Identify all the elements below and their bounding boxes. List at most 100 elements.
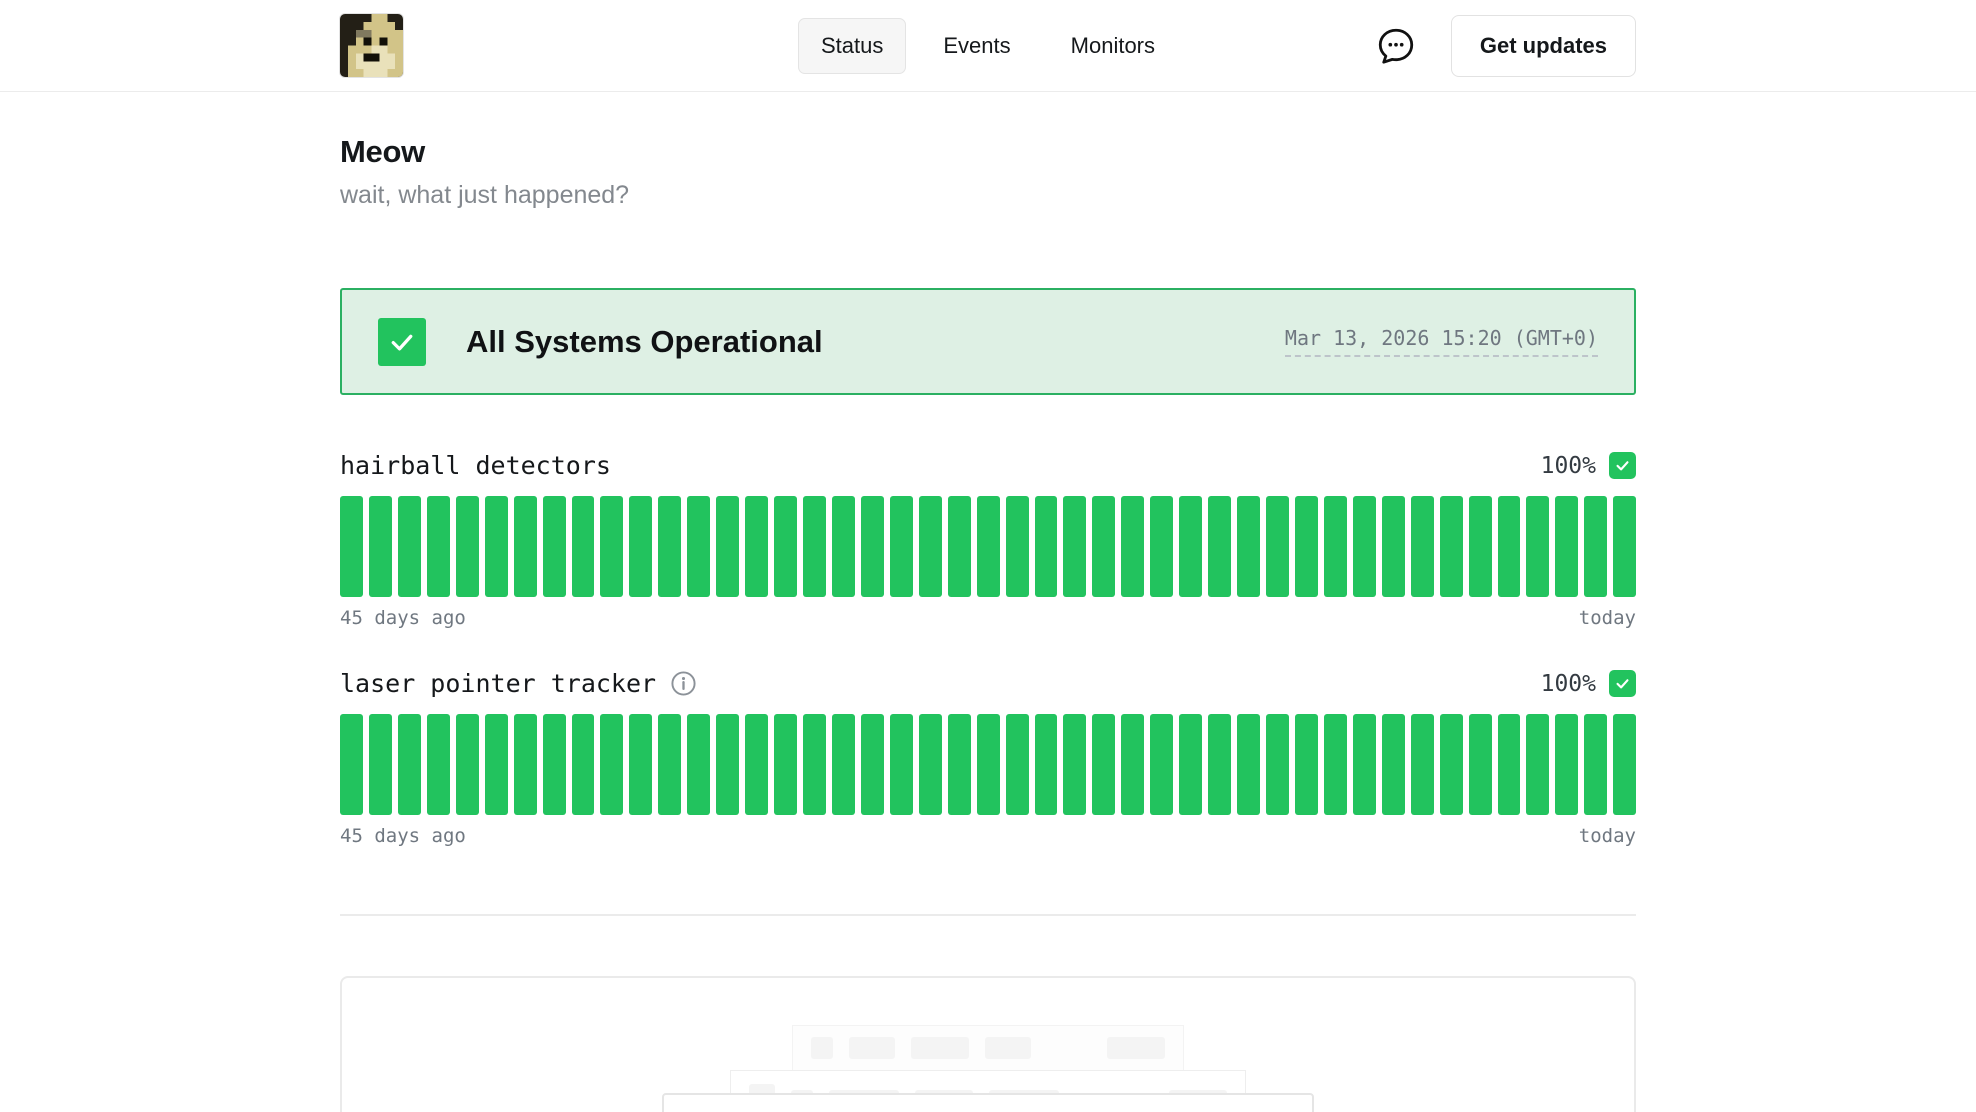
uptime-day-bar[interactable]	[572, 714, 595, 815]
uptime-day-bar[interactable]	[1295, 496, 1318, 597]
uptime-day-bar[interactable]	[919, 496, 942, 597]
uptime-day-bar[interactable]	[1353, 714, 1376, 815]
uptime-day-bar[interactable]	[1006, 714, 1029, 815]
uptime-day-bar[interactable]	[1555, 714, 1578, 815]
uptime-day-bar[interactable]	[745, 496, 768, 597]
uptime-day-bar[interactable]	[1150, 714, 1173, 815]
uptime-day-bar[interactable]	[890, 714, 913, 815]
uptime-day-bar[interactable]	[832, 496, 855, 597]
uptime-day-bar[interactable]	[1063, 496, 1086, 597]
uptime-day-bar[interactable]	[1237, 496, 1260, 597]
uptime-day-bar[interactable]	[948, 496, 971, 597]
uptime-day-bar[interactable]	[745, 714, 768, 815]
main-content: Meow wait, what just happened? All Syste…	[340, 134, 1636, 1112]
uptime-day-bar[interactable]	[1324, 496, 1347, 597]
tab-events[interactable]: Events	[920, 18, 1033, 74]
uptime-day-bar[interactable]	[543, 714, 566, 815]
range-end-label: today	[1579, 825, 1636, 847]
uptime-day-bar[interactable]	[1440, 496, 1463, 597]
uptime-day-bar[interactable]	[687, 496, 710, 597]
uptime-day-bar[interactable]	[716, 714, 739, 815]
uptime-day-bar[interactable]	[1208, 714, 1231, 815]
uptime-day-bar[interactable]	[572, 496, 595, 597]
uptime-day-bar[interactable]	[1498, 496, 1521, 597]
uptime-day-bar[interactable]	[977, 714, 1000, 815]
uptime-day-bar[interactable]	[1150, 496, 1173, 597]
uptime-day-bar[interactable]	[369, 496, 392, 597]
uptime-day-bar[interactable]	[1555, 496, 1578, 597]
uptime-day-bar[interactable]	[1440, 714, 1463, 815]
uptime-day-bar[interactable]	[1382, 496, 1405, 597]
uptime-day-bar[interactable]	[1584, 496, 1607, 597]
uptime-day-bar[interactable]	[832, 714, 855, 815]
banner-timestamp[interactable]: Mar 13, 2026 15:20 (GMT+0)	[1285, 326, 1598, 357]
uptime-day-bar[interactable]	[514, 714, 537, 815]
uptime-day-bar[interactable]	[1584, 714, 1607, 815]
uptime-day-bar[interactable]	[485, 496, 508, 597]
uptime-day-bar[interactable]	[1469, 714, 1492, 815]
uptime-day-bar[interactable]	[1526, 496, 1549, 597]
feedback-speech-bubble-icon[interactable]	[1375, 25, 1417, 67]
uptime-day-bar[interactable]	[1179, 714, 1202, 815]
uptime-day-bar[interactable]	[1179, 496, 1202, 597]
uptime-day-bar[interactable]	[1498, 714, 1521, 815]
uptime-day-bar[interactable]	[716, 496, 739, 597]
uptime-day-bar[interactable]	[977, 496, 1000, 597]
uptime-day-bar[interactable]	[514, 496, 537, 597]
uptime-day-bar[interactable]	[427, 496, 450, 597]
uptime-day-bar[interactable]	[340, 714, 363, 815]
uptime-day-bar[interactable]	[1035, 714, 1058, 815]
uptime-day-bar[interactable]	[1411, 496, 1434, 597]
uptime-day-bar[interactable]	[774, 714, 797, 815]
uptime-day-bar[interactable]	[1411, 714, 1434, 815]
uptime-day-bar[interactable]	[1266, 496, 1289, 597]
uptime-day-bar[interactable]	[861, 496, 884, 597]
uptime-day-bar[interactable]	[1063, 714, 1086, 815]
uptime-day-bar[interactable]	[774, 496, 797, 597]
uptime-day-bar[interactable]	[1092, 714, 1115, 815]
uptime-day-bar[interactable]	[629, 496, 652, 597]
uptime-day-bar[interactable]	[1613, 496, 1636, 597]
uptime-day-bar[interactable]	[687, 714, 710, 815]
uptime-day-bar[interactable]	[600, 714, 623, 815]
uptime-day-bar[interactable]	[1208, 496, 1231, 597]
uptime-day-bar[interactable]	[1237, 714, 1260, 815]
get-updates-button[interactable]: Get updates	[1451, 15, 1636, 77]
uptime-day-bar[interactable]	[398, 714, 421, 815]
uptime-day-bar[interactable]	[1613, 714, 1636, 815]
uptime-day-bar[interactable]	[340, 496, 363, 597]
uptime-day-bar[interactable]	[1526, 714, 1549, 815]
uptime-day-bar[interactable]	[803, 496, 826, 597]
uptime-day-bar[interactable]	[919, 714, 942, 815]
uptime-day-bar[interactable]	[1382, 714, 1405, 815]
uptime-day-bar[interactable]	[1266, 714, 1289, 815]
uptime-day-bar[interactable]	[948, 714, 971, 815]
uptime-day-bar[interactable]	[861, 714, 884, 815]
uptime-day-bar[interactable]	[1121, 496, 1144, 597]
uptime-day-bar[interactable]	[1006, 496, 1029, 597]
uptime-day-bar[interactable]	[369, 714, 392, 815]
uptime-day-bar[interactable]	[658, 496, 681, 597]
info-icon[interactable]	[670, 670, 697, 697]
uptime-day-bar[interactable]	[427, 714, 450, 815]
uptime-day-bar[interactable]	[658, 714, 681, 815]
uptime-day-bar[interactable]	[1295, 714, 1318, 815]
uptime-day-bar[interactable]	[456, 496, 479, 597]
uptime-day-bar[interactable]	[1121, 714, 1144, 815]
uptime-day-bar[interactable]	[398, 496, 421, 597]
tab-monitors[interactable]: Monitors	[1048, 18, 1178, 74]
site-logo[interactable]	[340, 14, 403, 77]
uptime-day-bar[interactable]	[1353, 496, 1376, 597]
uptime-day-bar[interactable]	[890, 496, 913, 597]
uptime-day-bar[interactable]	[1324, 714, 1347, 815]
uptime-day-bar[interactable]	[1092, 496, 1115, 597]
uptime-day-bar[interactable]	[485, 714, 508, 815]
uptime-day-bar[interactable]	[629, 714, 652, 815]
uptime-day-bar[interactable]	[600, 496, 623, 597]
uptime-day-bar[interactable]	[1469, 496, 1492, 597]
uptime-day-bar[interactable]	[803, 714, 826, 815]
tab-status[interactable]: Status	[798, 18, 906, 74]
uptime-day-bar[interactable]	[456, 714, 479, 815]
uptime-day-bar[interactable]	[1035, 496, 1058, 597]
uptime-day-bar[interactable]	[543, 496, 566, 597]
